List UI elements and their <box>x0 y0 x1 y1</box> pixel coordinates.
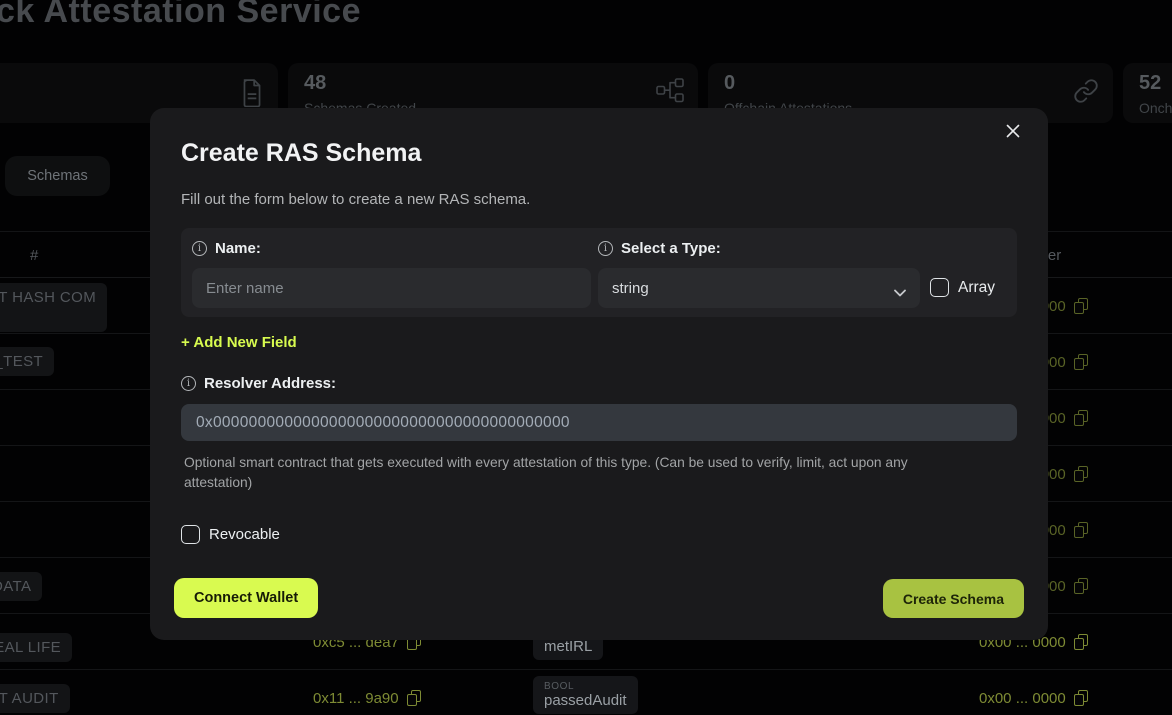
type-label: Select a Type: <box>598 240 721 257</box>
info-icon <box>598 241 613 256</box>
revocable-checkbox[interactable] <box>181 525 200 544</box>
array-label: Array <box>958 279 995 297</box>
copy-icon[interactable] <box>1074 578 1087 593</box>
table-row[interactable]: ACT AUDIT 0x11 ... 9a90 BOOL passedAudit… <box>0 670 1172 715</box>
field-type-label: BOOL <box>544 681 627 692</box>
create-schema-button[interactable]: Create Schema <box>883 579 1024 618</box>
chevron-down-icon <box>894 284 906 301</box>
revocable-label: Revocable <box>209 526 280 543</box>
stat-value: 48 <box>304 72 326 95</box>
resolver-address-input[interactable] <box>181 404 1017 441</box>
link-icon <box>1073 78 1099 109</box>
type-select-value: string <box>612 280 649 297</box>
page-title: ck Attestation Service <box>0 0 361 31</box>
copy-icon[interactable] <box>1074 466 1087 481</box>
field-name-label: passedAudit <box>544 692 627 709</box>
copy-icon[interactable] <box>407 690 420 705</box>
close-icon <box>1004 128 1022 143</box>
schema-name-badge: E DATA <box>0 572 42 601</box>
copy-icon[interactable] <box>1074 410 1087 425</box>
name-input[interactable] <box>192 268 591 308</box>
screen: ck Attestation Service 48 Schemas Create… <box>0 0 1172 715</box>
modal-title: Create RAS Schema <box>181 139 421 168</box>
resolver-help-text: Optional smart contract that gets execut… <box>184 453 974 493</box>
info-icon <box>181 376 196 391</box>
copy-icon[interactable] <box>1074 634 1087 649</box>
stat-value: 0 <box>724 72 735 95</box>
schema-name-badge: REAL LIFE <box>0 633 72 662</box>
schema-uid-link[interactable]: 0x11 ... 9a90 <box>313 690 420 707</box>
connect-wallet-button[interactable]: Connect Wallet <box>174 578 318 618</box>
tab-schemas[interactable]: Schemas <box>5 156 110 196</box>
create-schema-modal: Create RAS Schema Fill out the form belo… <box>150 108 1048 640</box>
copy-icon[interactable] <box>1074 298 1087 313</box>
network-icon <box>656 78 684 108</box>
add-new-field-button[interactable]: + Add New Field <box>181 334 297 351</box>
schema-field-form: Name: Select a Type: string Array <box>181 228 1017 317</box>
stat-value: 52 <box>1139 72 1161 95</box>
column-header-index: # <box>30 247 38 264</box>
name-label: Name: <box>192 240 261 257</box>
resolver-address-link[interactable]: 0x00 ... 0000 <box>979 690 1087 707</box>
type-select[interactable]: string <box>598 268 920 308</box>
resolver-address-label: Resolver Address: <box>181 375 336 392</box>
array-checkbox[interactable] <box>930 278 949 297</box>
copy-icon[interactable] <box>1074 522 1087 537</box>
copy-icon[interactable] <box>1074 690 1087 705</box>
modal-subtitle: Fill out the form below to create a new … <box>181 191 530 208</box>
copy-icon[interactable] <box>1074 354 1087 369</box>
info-icon <box>192 241 207 256</box>
schema-name-badge: A_TEST <box>0 347 54 376</box>
schema-field-badge: BOOL passedAudit <box>533 676 638 714</box>
schema-name-badge: ACT AUDIT <box>0 684 70 713</box>
stat-label: Onchain Attestations <box>1139 100 1172 116</box>
stat-card-onchain: 52 Onchain Attestations <box>1123 63 1172 123</box>
schema-name-badge: NT HASH COM <box>0 283 107 332</box>
close-button[interactable] <box>1002 121 1024 143</box>
